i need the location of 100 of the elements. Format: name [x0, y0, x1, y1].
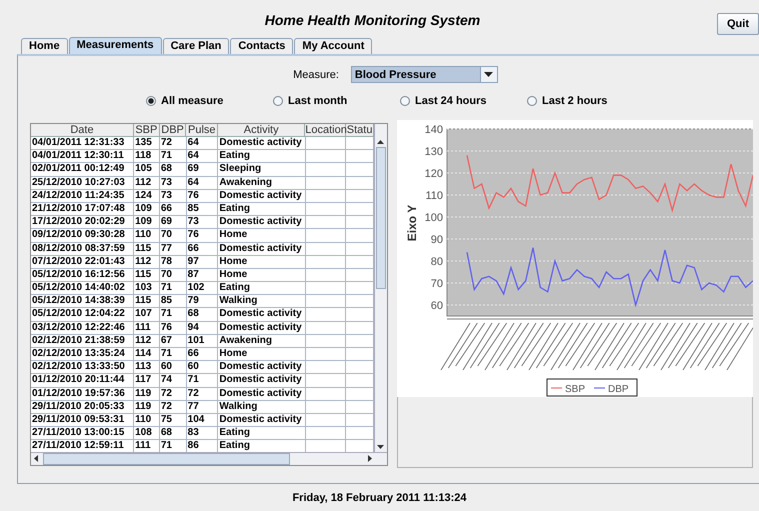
table-cell	[306, 282, 346, 296]
table-cell: 114	[134, 348, 160, 362]
table-cell: 21/12/2010 17:07:48	[31, 202, 134, 216]
scrollbar-thumb[interactable]	[43, 453, 290, 465]
table-cell: 115	[134, 242, 160, 256]
column-header[interactable]: DBP	[160, 124, 186, 137]
table-cell: Domestic activity	[218, 190, 306, 203]
table-cell: Walking	[218, 295, 306, 308]
table-cell: 135	[134, 137, 160, 150]
table-cell: 66	[186, 348, 218, 362]
table-cell: 02/12/2010 13:33:50	[31, 361, 134, 374]
table-cell: 71	[160, 150, 187, 164]
table-cell: 04/01/2011 12:30:11	[31, 150, 134, 164]
table-cell	[306, 176, 346, 190]
table-cell: 08/12/2010 08:37:59	[31, 242, 134, 256]
table-cell	[306, 256, 346, 269]
period-radio[interactable]: All measure	[146, 95, 273, 107]
table-cell: 29/11/2010 09:53:31	[31, 414, 134, 428]
table-cell: Eating	[218, 150, 306, 164]
period-radio[interactable]: Last 2 hours	[527, 95, 654, 107]
table-cell: 87	[186, 268, 218, 282]
column-header[interactable]: Activity	[218, 124, 306, 137]
table-cell: 68	[186, 308, 218, 322]
measure-dropdown[interactable]: Blood Pressure	[350, 66, 498, 83]
table-cell: 60	[186, 361, 218, 374]
table-cell: 72	[160, 137, 187, 150]
table-cell: 85	[160, 295, 187, 308]
column-header[interactable]: Pulse	[186, 124, 218, 137]
table-cell: Domestic activity	[218, 322, 306, 335]
status-bar-date: Friday, 18 February 2011 11:13:24	[291, 490, 468, 506]
table-cell: 73	[186, 216, 218, 230]
table-cell: 112	[134, 176, 160, 190]
column-header[interactable]: Location	[305, 124, 346, 137]
table-cell	[306, 295, 346, 308]
table-cell	[306, 374, 346, 388]
table-cell: Eating	[218, 427, 306, 440]
table-cell: 05/12/2010 12:04:22	[31, 308, 134, 322]
table-cell: 107	[134, 308, 160, 322]
table-cell: 29/11/2010 20:05:33	[31, 400, 134, 414]
table-cell	[306, 388, 346, 401]
legend-label: SBP	[565, 384, 586, 395]
table-cell	[306, 400, 346, 414]
table-cell: 119	[134, 388, 160, 401]
table-cell: Sleeping	[218, 163, 306, 177]
table-cell: 108	[134, 427, 160, 440]
table-cell	[306, 137, 346, 150]
table-cell: 94	[186, 322, 218, 335]
quit-button[interactable]: Quit	[717, 13, 759, 35]
table-cell: 97	[186, 256, 218, 269]
table-cell: Domestic activity	[218, 242, 306, 256]
table-cell: 78	[160, 256, 187, 269]
tab[interactable]: My Account	[294, 38, 372, 54]
table-cell: 05/12/2010 16:12:56	[31, 268, 134, 282]
table-cell: 71	[160, 282, 187, 296]
table-cell: 02/12/2010 21:38:59	[31, 334, 134, 348]
tab[interactable]: Care Plan	[162, 38, 230, 54]
table-cell: 66	[160, 202, 187, 216]
table-cell: 05/12/2010 14:40:02	[31, 282, 134, 296]
column-header[interactable]: SBP	[134, 124, 160, 137]
table-cell: 74	[160, 374, 187, 388]
y-tick-label: 80	[430, 256, 443, 268]
column-header[interactable]: Date	[31, 124, 134, 137]
table-cell: 01/12/2010 19:57:36	[31, 388, 134, 401]
table-cell	[306, 414, 346, 428]
table-cell: 76	[186, 229, 218, 242]
table-cell: 101	[186, 334, 218, 348]
table-cell: 110	[134, 414, 160, 428]
table-cell: 72	[160, 400, 187, 414]
measure-label: Measure:	[293, 68, 339, 80]
table-cell: 70	[160, 268, 187, 282]
table-cell: 25/12/2010 10:27:03	[31, 176, 134, 190]
tab[interactable]: Home	[21, 38, 68, 54]
table-cell: Domestic activity	[218, 361, 306, 374]
table-cell: 73	[160, 176, 187, 190]
y-tick-label: 70	[430, 278, 443, 290]
tab[interactable]: Contacts	[230, 38, 294, 54]
period-radio[interactable]: Last 24 hours	[400, 95, 527, 107]
table-cell	[306, 268, 346, 282]
table-cell: 24/12/2010 11:24:35	[31, 190, 134, 203]
table-cell: 70	[160, 229, 187, 242]
table-cell: 109	[134, 216, 160, 230]
table-cell: 69	[160, 216, 187, 230]
table-cell: Walking	[218, 400, 306, 414]
table-cell: Domestic activity	[218, 308, 306, 322]
table-cell: Home	[218, 268, 306, 282]
table-cell: Eating	[218, 202, 306, 216]
period-radio[interactable]: Last month	[273, 95, 400, 107]
table-cell: 124	[134, 190, 160, 203]
table-cell	[306, 216, 346, 230]
table-cell	[306, 229, 346, 242]
table-cell: 02/12/2010 13:35:24	[31, 348, 134, 362]
tab[interactable]: Measurements	[68, 37, 162, 54]
table-cell: 73	[160, 190, 187, 203]
table-cell: 64	[186, 176, 218, 190]
scrollbar-thumb[interactable]	[376, 147, 386, 289]
table-cell	[306, 348, 346, 362]
table-cell: 117	[134, 374, 160, 388]
table-cell: 103	[134, 282, 160, 296]
table-cell: 01/12/2010 20:11:44	[31, 374, 134, 388]
table-cell: 109	[134, 202, 160, 216]
